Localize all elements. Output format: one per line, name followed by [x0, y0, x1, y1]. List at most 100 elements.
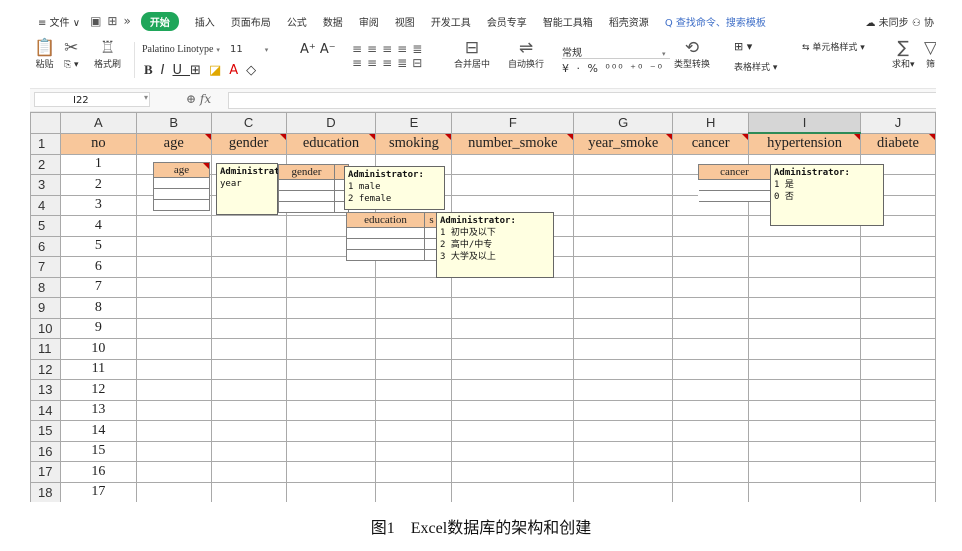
alignment-group[interactable]: ≡≡≡≡≣ ≡≡≡≣⊟ [352, 42, 427, 70]
tab-page-layout[interactable]: 页面布局 [231, 14, 271, 29]
row-header[interactable]: 4 [30, 194, 61, 216]
grid-cell[interactable] [672, 461, 750, 483]
grid-cell[interactable] [859, 481, 936, 502]
grid-cell[interactable] [451, 481, 575, 502]
grid-cell[interactable] [672, 297, 750, 319]
cell-fill-icon[interactable]: ◪ [209, 63, 229, 78]
grid-cell[interactable] [375, 461, 453, 483]
grid-cell[interactable] [375, 481, 453, 502]
field-header-cancer[interactable]: cancer [672, 132, 750, 155]
grid-cell[interactable] [210, 358, 287, 380]
filter-button[interactable]: ▽ 筛 [924, 38, 936, 72]
cell-no[interactable]: 13 [59, 399, 137, 421]
grid-cell[interactable] [573, 235, 674, 257]
merge-center-button[interactable]: ⊟ 合并居中 [454, 38, 490, 72]
grid-cell[interactable] [573, 297, 674, 319]
grid-cell[interactable] [451, 420, 575, 442]
grid-cell[interactable] [210, 481, 287, 502]
cell-no[interactable]: 10 [59, 338, 137, 360]
borders-icon[interactable]: ⊞ [190, 63, 209, 78]
grid-cell[interactable] [672, 399, 750, 421]
field-header-smoking[interactable]: smoking [375, 132, 453, 155]
grid-cell[interactable] [859, 256, 936, 278]
fx-icon[interactable]: fx [200, 92, 211, 106]
grid-cell[interactable] [748, 481, 861, 502]
font-name-select[interactable]: Palatino Linotype ▾ [142, 44, 232, 58]
grid-cell[interactable] [451, 461, 575, 483]
grid-cell[interactable] [135, 215, 212, 237]
comment-age[interactable]: Administrator year [216, 163, 290, 215]
print-preview-icon[interactable]: ⊞ [107, 14, 117, 28]
cell-no[interactable]: 11 [59, 358, 137, 380]
grid-cell[interactable] [210, 256, 287, 278]
grid-cell[interactable] [375, 379, 453, 401]
grid-cell[interactable] [210, 317, 287, 339]
grid-cell[interactable] [375, 297, 453, 319]
grid-cell[interactable] [573, 379, 674, 401]
row-header[interactable]: 1 [30, 132, 61, 155]
column-header-j[interactable]: J [859, 112, 936, 134]
grid-cell[interactable] [748, 297, 861, 319]
grid-cell[interactable] [859, 235, 936, 257]
zoom-icon[interactable]: ⊕ [186, 92, 196, 106]
grid-cell[interactable] [859, 399, 936, 421]
row-header[interactable]: 10 [30, 317, 61, 339]
font-grow-shrink[interactable]: A⁺ A⁻ [300, 42, 336, 57]
field-header-age[interactable]: age [135, 132, 212, 155]
grid-cell[interactable] [672, 379, 750, 401]
cell-no[interactable]: 15 [59, 440, 137, 462]
grid-cell[interactable] [573, 174, 674, 196]
grid-cell[interactable] [375, 440, 453, 462]
grid-cell[interactable] [672, 256, 750, 278]
grid-cell[interactable] [573, 256, 674, 278]
grid-cell[interactable] [573, 420, 674, 442]
field-header-year-smoke[interactable]: year_smoke [573, 132, 674, 155]
grid-cell[interactable] [135, 481, 212, 502]
cell-no[interactable]: 14 [59, 420, 137, 442]
grid-cell[interactable] [573, 338, 674, 360]
grid-cell[interactable] [748, 440, 861, 462]
row-header[interactable]: 14 [30, 399, 61, 421]
cell-no[interactable]: 16 [59, 461, 137, 483]
grid-cell[interactable] [859, 317, 936, 339]
format-painter-button[interactable]: ♖ 格式刷 [94, 38, 121, 72]
grid-cell[interactable] [748, 379, 861, 401]
number-format-select[interactable]: 常规 ▾ [562, 44, 670, 59]
grid-cell[interactable] [285, 276, 377, 298]
grid-cell[interactable] [135, 235, 212, 257]
grid-cell[interactable] [210, 297, 287, 319]
grid-cell[interactable] [451, 276, 575, 298]
grid-cell[interactable] [135, 256, 212, 278]
cell-no[interactable]: 8 [59, 297, 137, 319]
grid-cell[interactable] [573, 399, 674, 421]
table-style-button[interactable]: ⊞ ▾ 表格样式 ▾ [734, 40, 777, 75]
grid-cell[interactable] [748, 317, 861, 339]
tab-data[interactable]: 数据 [323, 14, 343, 29]
grid-cell[interactable] [672, 440, 750, 462]
bold-icon[interactable]: B [144, 62, 161, 77]
paste-button[interactable]: 📋 粘贴 [34, 38, 55, 72]
column-header-a[interactable]: A [59, 112, 137, 134]
grid-cell[interactable] [210, 440, 287, 462]
grid-cell[interactable] [748, 338, 861, 360]
type-convert-button[interactable]: ⟲ 类型转换 [674, 38, 710, 72]
grid-cell[interactable] [573, 194, 674, 216]
cell-no[interactable]: 1 [59, 153, 137, 175]
row-header[interactable]: 8 [30, 276, 61, 298]
tab-smart-toolbox[interactable]: 智能工具箱 [543, 14, 593, 29]
grid-cell[interactable] [859, 297, 936, 319]
grid-cell[interactable] [451, 358, 575, 380]
grid-cell[interactable] [135, 297, 212, 319]
underline-icon[interactable]: U [173, 63, 191, 78]
select-all-corner[interactable] [30, 112, 61, 134]
grid-cell[interactable] [859, 420, 936, 442]
row-header[interactable]: 11 [30, 338, 61, 360]
grid-cell[interactable] [285, 481, 377, 502]
grid-cell[interactable] [135, 399, 212, 421]
grid-cell[interactable] [210, 420, 287, 442]
row-header[interactable]: 13 [30, 379, 61, 401]
grid-cell[interactable] [285, 461, 377, 483]
name-box[interactable]: I22 [34, 92, 150, 107]
cell-no[interactable]: 5 [59, 235, 137, 257]
field-header-education[interactable]: education [285, 132, 377, 155]
